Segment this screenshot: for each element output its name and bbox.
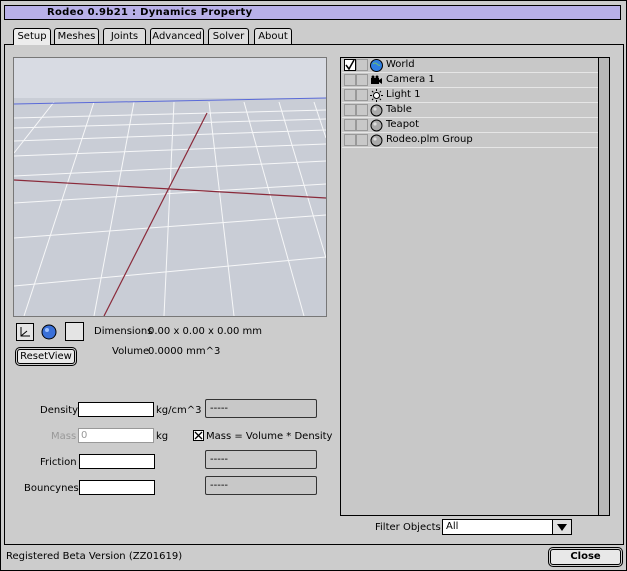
mass-unit: kg (156, 431, 169, 442)
density-unit: kg/cm^3 (156, 405, 202, 416)
title-bar[interactable]: Rodeo 0.9b21 : Dynamics Property (4, 5, 621, 20)
list-item[interactable]: World (342, 58, 599, 73)
density-label: Density (40, 405, 79, 416)
tab-label: Solver (212, 31, 245, 42)
tab-advanced[interactable]: Advanced (150, 28, 204, 44)
object-name: Teapot (386, 119, 420, 130)
density-input[interactable] (78, 402, 154, 417)
object-visible-checkbox[interactable] (356, 74, 368, 86)
list-item[interactable]: Table (342, 103, 599, 118)
object-visible-checkbox[interactable] (356, 134, 368, 146)
density-preset-button[interactable]: ----- (205, 399, 317, 418)
bouncyness-preset-label: ----- (210, 480, 229, 491)
bouncyness-label: Bouncyness (24, 483, 84, 494)
list-item[interactable]: Camera 1 (342, 73, 599, 88)
object-visible-checkbox[interactable] (356, 104, 368, 116)
sphere-icon (370, 119, 383, 132)
status-text: Registered Beta Version (ZZ01619) (6, 551, 183, 562)
3d-viewport[interactable] (13, 57, 327, 317)
reset-view-label: ResetView (20, 351, 72, 362)
object-name: Camera 1 (386, 74, 435, 85)
tab-solver[interactable]: Solver (208, 28, 249, 44)
tab-joints[interactable]: Joints (103, 28, 146, 44)
dynamics-property-window: Rodeo 0.9b21 : Dynamics Property Setup M… (0, 0, 627, 571)
volume-value: 0.0000 mm^3 (148, 346, 221, 357)
mass-label: Mass (51, 431, 77, 442)
bouncyness-preset-button[interactable]: ----- (205, 476, 317, 495)
tab-setup[interactable]: Setup (13, 28, 51, 45)
list-scrollbar[interactable] (598, 58, 609, 515)
tab-label: Joints (110, 31, 139, 42)
filter-objects-select[interactable]: All (442, 519, 572, 535)
object-enable-checkbox[interactable] (344, 134, 356, 146)
mass-input[interactable]: 0 (78, 428, 154, 443)
mass-formula-checkbox[interactable] (193, 430, 204, 441)
object-list[interactable]: World Camera 1 Light 1 Table Teapot Rode… (340, 57, 610, 516)
sphere-icon (370, 134, 383, 147)
tab-meshes[interactable]: Meshes (54, 28, 99, 44)
tab-about[interactable]: About (254, 28, 292, 44)
light-icon (370, 89, 383, 102)
axis-icon (20, 327, 30, 337)
friction-label: Friction (40, 457, 77, 468)
tab-label: Meshes (57, 31, 96, 42)
mass-formula-label: Mass = Volume * Density (206, 431, 333, 442)
object-name: Table (386, 104, 412, 115)
friction-preset-button[interactable]: ----- (205, 450, 317, 469)
filter-objects-label: Filter Objects (375, 522, 441, 533)
bouncyness-input[interactable] (79, 480, 155, 495)
volume-label: Volume (112, 346, 150, 357)
axis-view-button[interactable] (16, 323, 34, 341)
object-enable-checkbox[interactable] (344, 89, 356, 101)
object-name: World (386, 59, 415, 70)
sphere-icon (370, 104, 383, 117)
reset-view-button[interactable]: ResetView (17, 349, 75, 364)
check-icon (345, 59, 355, 71)
list-item[interactable]: Light 1 (342, 88, 599, 103)
object-name: Rodeo.plm Group (386, 134, 473, 145)
object-visible-checkbox[interactable] (356, 89, 368, 101)
object-enable-checkbox[interactable] (344, 74, 356, 86)
grid-floor (14, 58, 326, 316)
object-enable-checkbox[interactable] (344, 119, 356, 131)
tab-label: Advanced (152, 31, 202, 42)
window-title: Rodeo 0.9b21 : Dynamics Property (47, 7, 253, 18)
list-item[interactable]: Teapot (342, 118, 599, 133)
object-name: Light 1 (386, 89, 421, 100)
dimensions-value: 0.00 x 0.00 x 0.00 mm (148, 326, 263, 337)
close-label: Close (570, 551, 601, 562)
object-enable-checkbox[interactable] (344, 104, 356, 116)
tab-label: Setup (17, 31, 47, 42)
filter-objects-value: All (446, 521, 459, 532)
dimensions-label: Dimensions (94, 326, 153, 337)
triangle-down-icon (557, 524, 567, 531)
sphere-view-button[interactable] (40, 323, 58, 341)
tab-label: About (258, 31, 288, 42)
sphere-icon (41, 324, 57, 340)
friction-preset-label: ----- (210, 454, 229, 465)
close-button[interactable]: Close (550, 549, 621, 565)
object-enable-checkbox[interactable] (344, 59, 356, 71)
filter-dropdown-arrow[interactable] (552, 520, 571, 534)
density-preset-label: ----- (210, 403, 229, 414)
box-view-button[interactable] (65, 322, 84, 341)
object-visible-checkbox[interactable] (356, 59, 368, 71)
friction-input[interactable] (79, 454, 155, 469)
globe-icon (370, 59, 383, 72)
check-x-icon (194, 431, 203, 440)
list-item[interactable]: Rodeo.plm Group (342, 133, 599, 148)
camera-icon (371, 75, 382, 84)
object-visible-checkbox[interactable] (356, 119, 368, 131)
